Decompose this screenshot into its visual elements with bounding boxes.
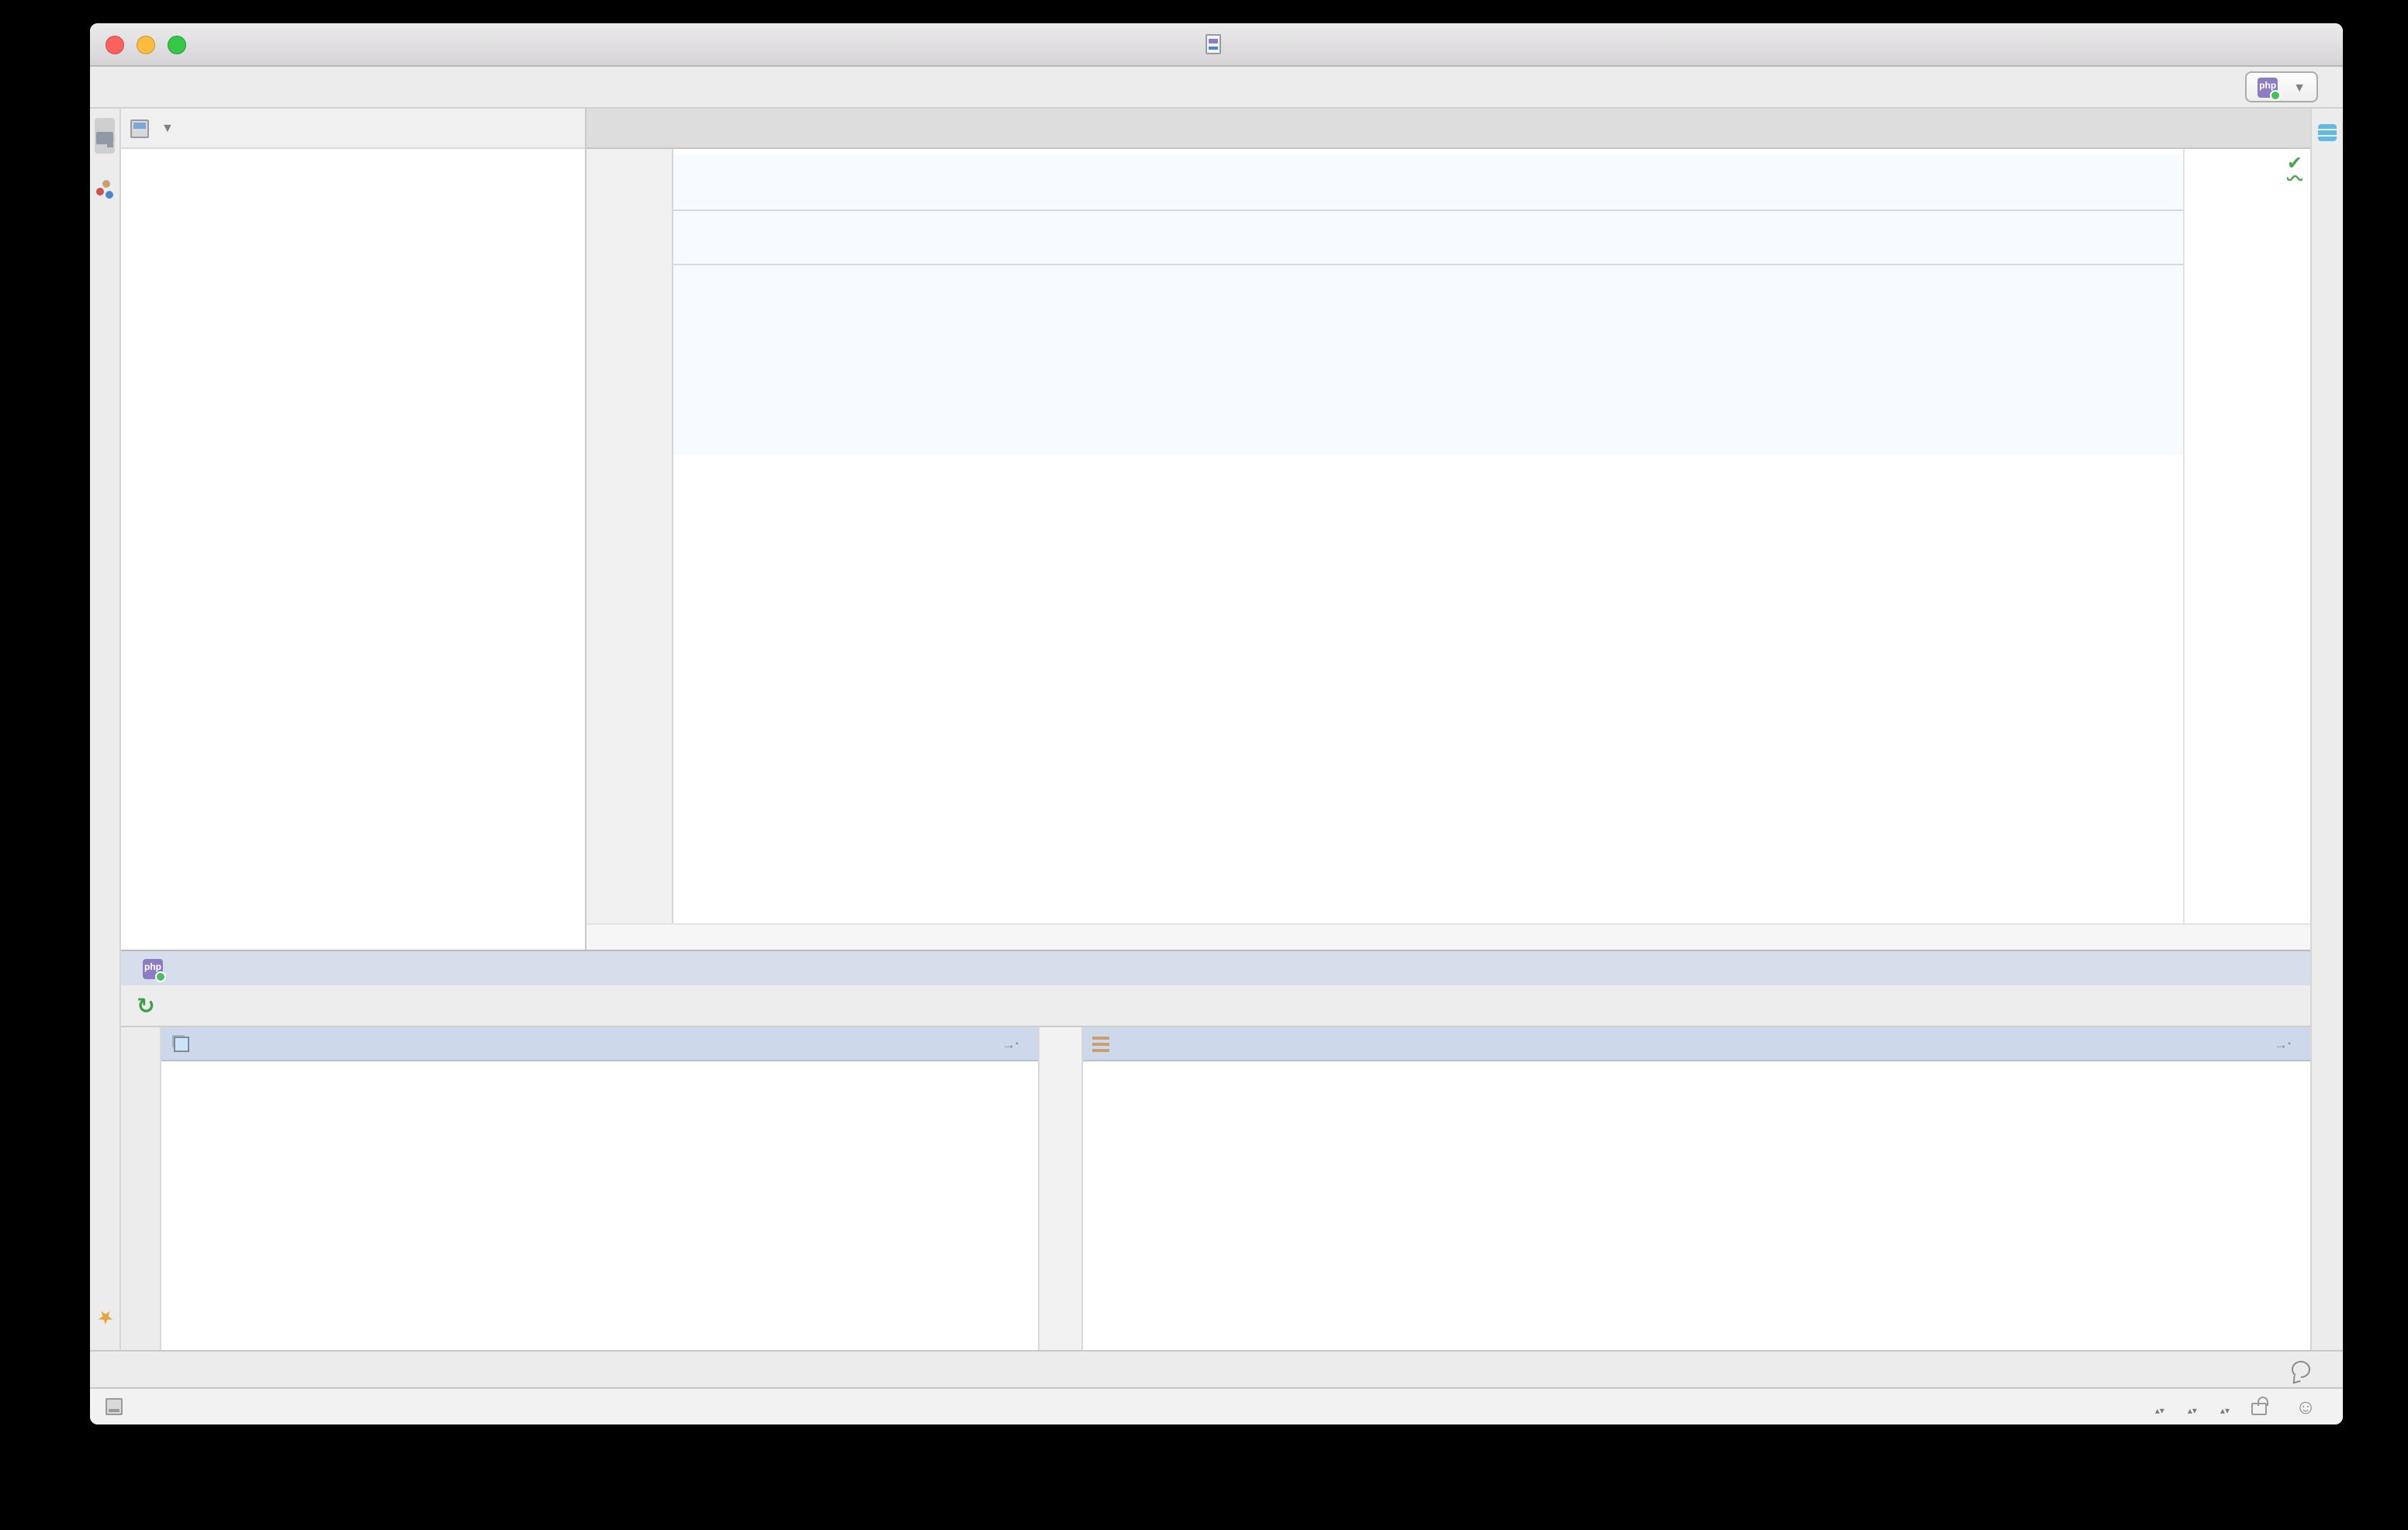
status-bar: ▴▾ ▴▾ ▴▾ [90, 1387, 2343, 1424]
titlebar[interactable] [90, 23, 2343, 67]
project-panel-header: ▼ [121, 109, 585, 149]
right-margin-guide [2183, 149, 2185, 923]
document-icon [1205, 34, 1220, 54]
debug-toolbar [121, 985, 2310, 1027]
line-separator-select[interactable]: ▴▾ [2152, 1396, 2164, 1418]
stripe-favorites-button[interactable]: ★ [92, 1293, 117, 1338]
chevron-down-icon: ▼ [2293, 80, 2306, 94]
event-log-button[interactable] [2282, 1354, 2327, 1385]
stripe-database-button[interactable] [2318, 118, 2337, 155]
left-tool-window-stripe: ★ [90, 109, 121, 1350]
php-run-config-icon: php [2258, 77, 2278, 97]
debug-panel-header[interactable]: php [121, 951, 2310, 985]
variables-list [1083, 1061, 2310, 1350]
code-lines [673, 149, 2310, 155]
star-icon: ★ [94, 1307, 116, 1328]
right-tool-window-stripe [2310, 109, 2343, 1350]
frames-panel [161, 1027, 1040, 1350]
variables-icon [1092, 1036, 1109, 1051]
project-view-icon [130, 119, 149, 137]
float-panel-icon[interactable] [2264, 1028, 2301, 1059]
minimize-window-icon[interactable] [137, 36, 155, 54]
editor-area: ✔ [586, 109, 2310, 950]
updown-icon: ▴▾ [2220, 1408, 2230, 1415]
traffic-lights [106, 36, 186, 54]
navigation-bar: php ▼ [90, 67, 2343, 109]
structure-icon [106, 191, 113, 199]
code-tint-region [673, 155, 2183, 454]
stripe-project-button[interactable] [95, 118, 115, 154]
debug-left-toolbar [121, 1027, 161, 1350]
git-branch-select[interactable]: ▴▾ [2217, 1396, 2230, 1418]
variables-panel [1083, 1027, 2310, 1350]
run-configuration-select[interactable]: php ▼ [2245, 71, 2318, 102]
frames-header [161, 1027, 1038, 1061]
variables-header [1083, 1027, 2310, 1061]
zoom-window-icon[interactable] [168, 36, 186, 54]
project-tree [121, 149, 585, 152]
stripe-structure-button[interactable] [90, 172, 119, 213]
unlock-icon[interactable] [2250, 1397, 2267, 1417]
tool-window-bar [90, 1350, 2343, 1387]
tool-window-toggle-icon[interactable] [106, 1398, 123, 1415]
desktop-background: php ▼ ★ [0, 0, 2408, 1530]
updown-icon: ▴▾ [2188, 1408, 2197, 1415]
ide-window: php ▼ ★ [90, 23, 2343, 1424]
encoding-select[interactable]: ▴▾ [2185, 1396, 2197, 1418]
float-panel-icon[interactable] [991, 1028, 1029, 1059]
inspection-ok-icon[interactable]: ✔ [2287, 152, 2302, 174]
php-debug-session-icon: php [143, 958, 163, 978]
project-tool-window: ▼ [121, 109, 586, 950]
code-area[interactable]: ✔ [673, 149, 2310, 923]
highlighting-level-icon[interactable] [2287, 1391, 2324, 1422]
frames-list [161, 1102, 1038, 1350]
debug-content [121, 1027, 2310, 1350]
workspace: ★ ▼ [90, 109, 2343, 1350]
rerun-icon[interactable] [127, 990, 164, 1021]
event-log-icon [2282, 1354, 2320, 1385]
code-separator-line [673, 264, 2183, 265]
editor-body: ✔ [586, 149, 2310, 923]
debug-tool-window: php [121, 950, 2310, 1350]
editor-breadcrumbs [586, 923, 2310, 950]
code-separator-line [673, 209, 2183, 211]
close-window-icon[interactable] [106, 36, 124, 54]
editor-tab-bar [586, 109, 2310, 149]
chevron-down-icon[interactable]: ▼ [161, 121, 174, 135]
editor-gutter[interactable] [586, 149, 673, 923]
watches-toolbar [1040, 1027, 1083, 1350]
frames-nav-buttons [161, 1061, 1038, 1102]
database-icon [2318, 124, 2337, 141]
updown-icon: ▴▾ [2155, 1408, 2164, 1415]
project-stripe-icon [96, 132, 113, 144]
frames-icon [174, 1036, 189, 1051]
